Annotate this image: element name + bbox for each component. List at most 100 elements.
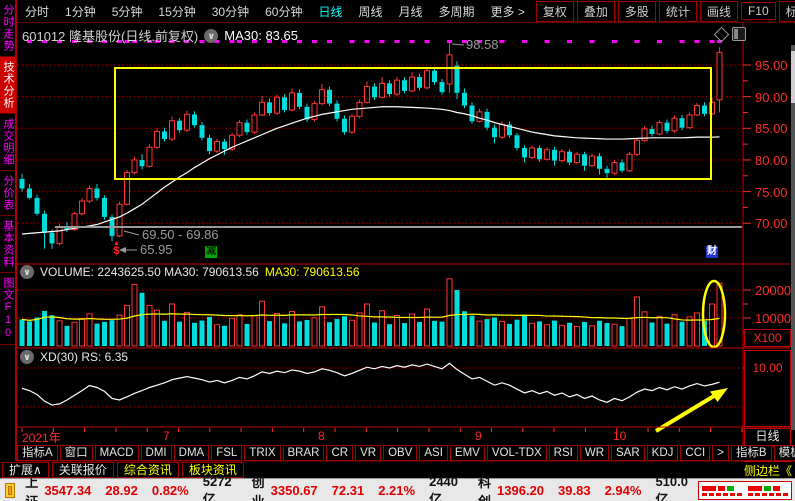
xd-header: ∨ XD(30) RS: 6.35 [20,350,128,364]
index-change: 28.92 [105,483,138,498]
index-value: 1396.20 [497,483,544,498]
toolbar-button[interactable]: 标记 [779,1,795,22]
panel-layout-icon[interactable] [732,27,746,41]
status-bar: 上证3547.3428.920.82%5272亿创业3350.6772.312.… [0,478,795,501]
period-tab-item[interactable]: 周线 [350,3,390,20]
widget-segment [718,486,725,491]
price-tick-label: 85.00 [755,121,788,136]
indicator-button[interactable]: EMV [450,445,485,461]
indicator-button[interactable]: OBV [383,445,417,461]
toolbar-button[interactable]: F10 [741,2,776,20]
range-annotation: 69.50 - 69.86 [142,227,219,242]
chart-title-row: 601012 隆基股份(日线.前复权) ∨ MA30: 83.65 [22,26,298,45]
toolbar-button[interactable]: 画线 [700,1,738,22]
period-tab-item[interactable]: 月线 [391,3,431,20]
indicator-button[interactable]: > [712,445,729,461]
period-tab-item[interactable]: 多周期 [431,3,483,20]
indicator-button[interactable]: VR [355,445,381,461]
widget-segment [716,493,721,496]
sidebar-tab[interactable]: 分时走势 [0,0,15,57]
volume-values: VOLUME: 2243625.50 MA30: 790613.56 [40,265,259,279]
period-tab-item[interactable]: 5分钟 [104,3,151,20]
stock-title: 601012 隆基股份(日线.前复权) [22,26,198,45]
indicator-button[interactable]: BRAR [283,445,325,461]
index-amount: 2440亿 [429,474,458,501]
index-amount: 510.0亿 [655,474,688,501]
period-tab-item[interactable]: 15分钟 [150,3,203,20]
sidebar-tab[interactable]: 基本资料 [0,216,15,273]
volume-collapse-chevron-icon[interactable]: ∨ [20,265,34,279]
index-value: 3547.34 [44,483,91,498]
scrollbar-thumb[interactable] [791,51,795,103]
widget-segment [709,493,714,496]
widget-segment [702,493,707,496]
sidebar-tab[interactable]: 分价表 [0,171,15,216]
xd-tick-label: 10.00 [745,361,790,375]
volume-tick-label: 20000 [755,283,791,298]
indicator-button[interactable]: 窗口 [60,445,93,461]
period-tab-item[interactable]: 分时 [17,3,57,20]
toolbar-button[interactable]: 叠加 [577,1,615,22]
indicator-button[interactable]: ASI [419,445,448,461]
high-price-annotation: 98.58 [466,37,499,52]
price-tick-label: 90.00 [755,90,788,105]
indicator-button[interactable]: CR [326,445,353,461]
indicator-button[interactable]: TRIX [244,445,280,461]
widget-segment [769,493,774,496]
app-icon[interactable] [5,483,15,498]
indicator-button[interactable]: RSI [549,445,578,461]
widget-segment [748,493,753,496]
toolbar-button[interactable]: 复权 [536,1,574,22]
sidebar-toggle[interactable]: 侧边栏《 [744,462,792,479]
widget-segment [776,493,781,496]
widget-segment [755,493,760,496]
indicator-button[interactable]: CCI [680,445,710,461]
indicator-button[interactable]: DMI [141,445,172,461]
widget-segment [702,486,716,491]
widget-segment [727,486,734,491]
period-tab-item[interactable]: 1分钟 [57,3,104,20]
period-display-box[interactable]: 日线 [744,428,791,446]
toolbar-button[interactable]: 多股 [618,1,656,22]
indicator-button[interactable]: KDJ [647,445,679,461]
month-label: 8 [318,429,325,443]
sidebar-tab[interactable]: 成交明细 [0,114,15,171]
indicator-button[interactable]: DMA [174,445,210,461]
price-tick-label: 70.00 [755,216,788,231]
indicator-button[interactable]: 模板 [774,445,795,461]
period-tab-item[interactable]: 30分钟 [204,3,257,20]
period-tab-active[interactable]: 日线 [310,3,350,20]
indicator-button[interactable]: VOL-TDX [487,445,547,461]
period-tab-item[interactable]: 更多 > [483,3,533,20]
indicator-button[interactable]: SAR [611,445,645,461]
volume-tick-label: 10000 [755,311,791,326]
period-tab-item[interactable]: 60分钟 [257,3,310,20]
xd-collapse-chevron-icon[interactable]: ∨ [20,350,34,364]
index-name: 创业 [252,472,265,501]
widget-segment [764,486,771,491]
indicator-button[interactable]: MACD [95,445,139,461]
index-quotes: 上证3547.3428.920.82%5272亿创业3350.6772.312.… [15,472,698,501]
market-mini-widget [698,481,792,500]
sidebar-tab[interactable]: 图文F10 [0,273,15,345]
month-label: 10 [613,429,626,443]
collapse-chevron-icon[interactable]: ∨ [204,29,218,43]
stock-app-window: 分时1分钟5分钟15分钟30分钟60分钟日线周线月线多周期更多 >复权叠加多股统… [0,0,795,501]
widget-segment [730,493,735,496]
indicator-bar: 指标A窗口MACDDMIDMAFSLTRIXBRARCRVROBVASIEMVV… [17,444,741,461]
month-label: 9 [475,429,482,443]
dollar-signal-marker: ▲ $ [113,241,120,256]
index-name: 科创 [478,472,491,501]
indicator-button[interactable]: 指标B [731,445,772,461]
index-amount: 5272亿 [203,474,232,501]
indicator-button[interactable]: WR [580,445,609,461]
right-scrollbar[interactable] [791,45,795,430]
period-toolbar: 分时1分钟5分钟15分钟30分钟60分钟日线周线月线多周期更多 >复权叠加多股统… [17,0,795,22]
indicator-button[interactable]: FSL [211,445,242,461]
price-tick-label: 95.00 [755,58,788,73]
widget-segment [773,486,780,491]
toolbar-button[interactable]: 统计 [659,1,697,22]
sidebar-tab[interactable]: 技术分析 [0,57,15,114]
volume-header: ∨ VOLUME: 2243625.50 MA30: 790613.56 MA3… [20,265,360,279]
indicator-button[interactable]: 指标A [17,445,58,461]
